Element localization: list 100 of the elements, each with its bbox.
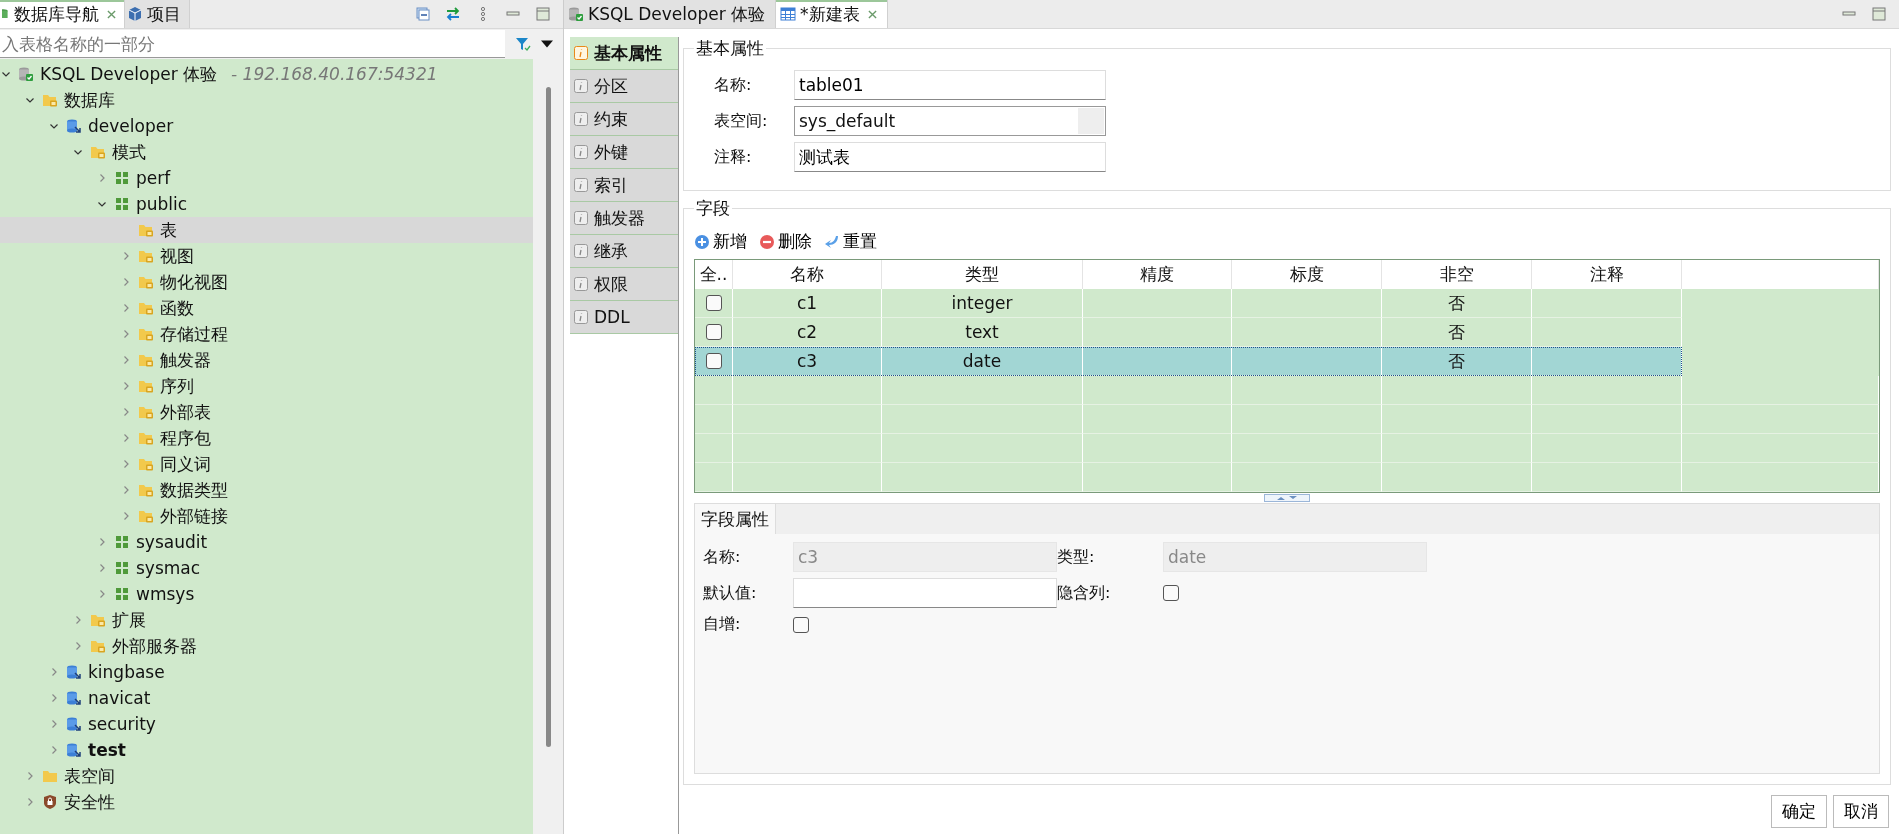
chevron-down-icon[interactable] [49, 121, 59, 131]
chevron-right-icon[interactable] [121, 381, 131, 391]
side-tab[interactable]: 继承 [570, 235, 678, 268]
tree-item[interactable]: 视图 [0, 243, 533, 269]
tree-item[interactable]: 扩展 [0, 607, 533, 633]
tree-item[interactable]: test [0, 737, 533, 763]
side-tab[interactable]: 索引 [570, 169, 678, 202]
tree-item[interactable]: kingbase [0, 659, 533, 685]
tree-item[interactable]: 数据类型 [0, 477, 533, 503]
side-tab[interactable]: 触发器 [570, 202, 678, 235]
splitter-handle[interactable] [1264, 494, 1310, 502]
chevron-down-icon[interactable] [25, 95, 35, 105]
tree-item[interactable]: sysaudit [0, 529, 533, 555]
chevron-right-icon[interactable] [25, 797, 35, 807]
close-icon[interactable] [867, 9, 877, 19]
maximize-icon[interactable] [1871, 6, 1887, 22]
tree-item[interactable]: 序列 [0, 373, 533, 399]
tree-item[interactable]: 函数 [0, 295, 533, 321]
chevron-right-icon[interactable] [73, 615, 83, 625]
chevron-right-icon[interactable] [121, 303, 131, 313]
dialog-button[interactable]: 取消 [1833, 795, 1889, 828]
tree-item[interactable]: 触发器 [0, 347, 533, 373]
tree-item[interactable]: 表 [0, 217, 533, 243]
tree-item[interactable]: 外部表 [0, 399, 533, 425]
scrollbar-thumb[interactable] [545, 87, 551, 747]
checkbox[interactable] [705, 353, 722, 369]
chevron-right-icon[interactable] [97, 589, 107, 599]
collapse-all-icon[interactable] [415, 6, 431, 22]
tree-item[interactable]: security [0, 711, 533, 737]
sync-arrows-icon[interactable] [445, 6, 461, 22]
chevron-right-icon[interactable] [121, 459, 131, 469]
chevron-right-icon[interactable] [121, 277, 131, 287]
tree-item[interactable]: 安全性 [0, 789, 533, 815]
view-tab[interactable]: 数据库导航 [0, 0, 125, 28]
input-field[interactable]: 测试表 [794, 142, 1106, 172]
chevron-right-icon[interactable] [97, 563, 107, 573]
chevron-right-icon[interactable] [49, 667, 59, 677]
checkbox[interactable] [705, 324, 722, 340]
chevron-down-icon[interactable] [73, 147, 83, 157]
tree-item[interactable]: 表空间 [0, 763, 533, 789]
checkbox[interactable] [793, 616, 809, 633]
chevron-right-icon[interactable] [121, 407, 131, 417]
side-tab[interactable]: DDL [570, 301, 678, 334]
side-tab[interactable]: 外键 [570, 136, 678, 169]
tree-item[interactable]: 数据库 [0, 87, 533, 113]
checkbox[interactable] [1163, 585, 1179, 601]
tree-item[interactable]: 程序包 [0, 425, 533, 451]
chevron-right-icon[interactable] [97, 173, 107, 183]
column-header[interactable]: 非空 [1382, 260, 1532, 289]
tree-item[interactable]: 物化视图 [0, 269, 533, 295]
tree-item[interactable]: 同义词 [0, 451, 533, 477]
add-button[interactable]: 新增 [694, 230, 747, 253]
checkbox[interactable] [705, 295, 722, 311]
column-header[interactable]: 全.. [695, 260, 733, 289]
chevron-right-icon[interactable] [121, 433, 131, 443]
chevron-down-icon[interactable] [97, 199, 107, 209]
column-header[interactable]: 类型 [882, 260, 1083, 289]
chevron-down-icon[interactable] [1, 69, 11, 79]
chevron-right-icon[interactable] [97, 537, 107, 547]
tree-item[interactable]: perf [0, 165, 533, 191]
chevron-right-icon[interactable] [121, 511, 131, 521]
chevron-right-icon[interactable] [25, 771, 35, 781]
search-field[interactable]: 入表格名称的一部分 [0, 30, 505, 58]
tree-item[interactable]: sysmac [0, 555, 533, 581]
dialog-button[interactable]: 确定 [1771, 795, 1827, 828]
side-tab[interactable]: 权限 [570, 268, 678, 301]
side-tab[interactable]: 分区 [570, 70, 678, 103]
column-header[interactable]: 注释 [1532, 260, 1682, 289]
properties-tab[interactable]: 字段属性 [695, 504, 776, 534]
tree-item[interactable]: 模式 [0, 139, 533, 165]
editor-tab[interactable]: *新建表 [776, 0, 888, 28]
tablespace-combo[interactable]: sys_default [794, 106, 1106, 136]
maximize-icon[interactable] [535, 6, 551, 22]
chevron-right-icon[interactable] [121, 355, 131, 365]
tree-item[interactable]: developer [0, 113, 533, 139]
input-field[interactable]: table01 [794, 70, 1106, 100]
chevron-right-icon[interactable] [49, 693, 59, 703]
tree-item[interactable]: 存储过程 [0, 321, 533, 347]
tree-item[interactable]: 外部链接 [0, 503, 533, 529]
column-header[interactable]: 名称 [733, 260, 882, 289]
chevron-right-icon[interactable] [121, 329, 131, 339]
column-header[interactable]: 标度 [1232, 260, 1382, 289]
dropdown-icon[interactable] [541, 38, 553, 50]
input-field[interactable] [793, 578, 1057, 608]
tree-item[interactable]: KSQL Developer 体验 - 192.168.40.167:54321 [0, 61, 533, 87]
close-icon[interactable] [107, 9, 116, 19]
reset-button[interactable]: 重置 [824, 230, 877, 253]
side-tab[interactable]: 基本属性 [570, 37, 678, 70]
chevron-right-icon[interactable] [49, 719, 59, 729]
filter-icon[interactable] [515, 36, 531, 52]
table-row[interactable]: c1 integer 否 [695, 289, 1879, 318]
view-tab[interactable]: 项目 [125, 0, 190, 28]
side-tab[interactable]: 约束 [570, 103, 678, 136]
tree-item[interactable]: wmsys [0, 581, 533, 607]
remove-button[interactable]: 删除 [759, 230, 812, 253]
chevron-right-icon[interactable] [73, 641, 83, 651]
chevron-right-icon[interactable] [121, 251, 131, 261]
tree-item[interactable]: 外部服务器 [0, 633, 533, 659]
chevron-right-icon[interactable] [121, 485, 131, 495]
tree-item[interactable]: navicat [0, 685, 533, 711]
